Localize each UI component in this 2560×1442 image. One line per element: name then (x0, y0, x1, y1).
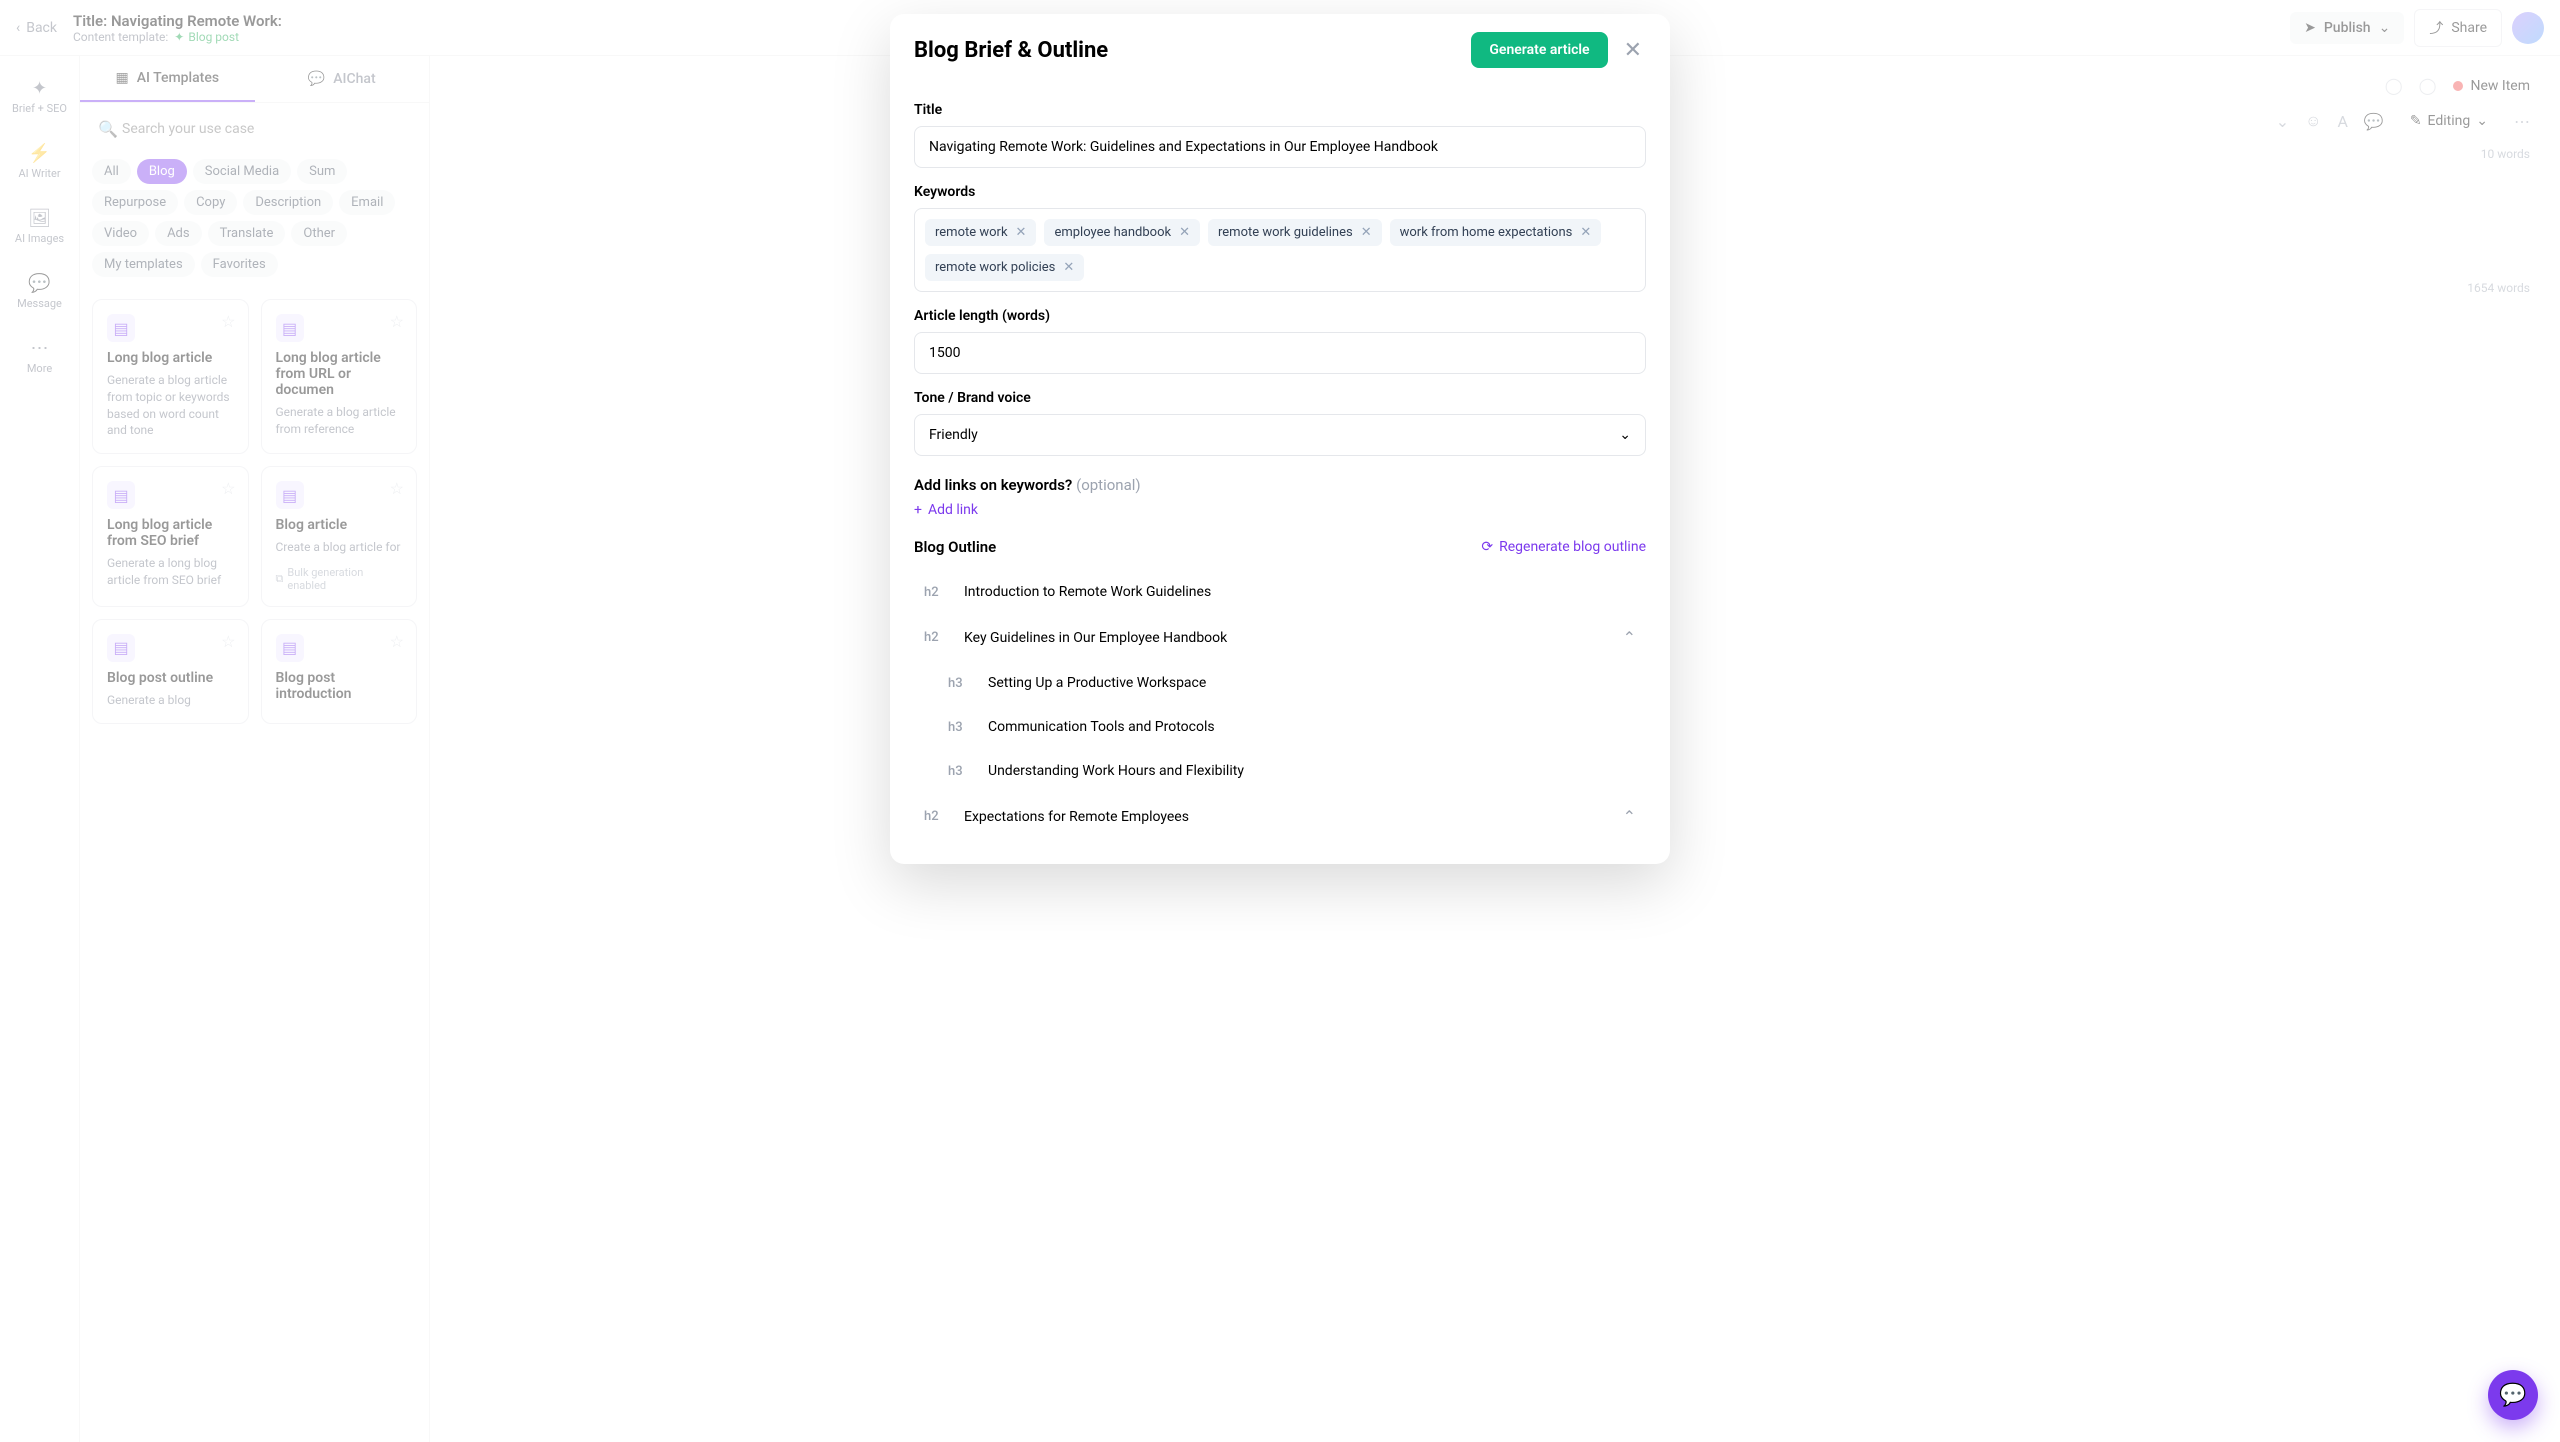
plus-icon: + (914, 502, 922, 518)
keyword-chip: remote work guidelines ✕ (1208, 219, 1382, 246)
modal-overlay: Blog Brief & Outline Generate article ✕ … (0, 0, 2560, 1442)
outline-text: Expectations for Remote Employees (964, 809, 1607, 825)
keywords-box[interactable]: remote work✕employee handbook✕remote wor… (914, 208, 1646, 292)
title-input[interactable] (914, 126, 1646, 168)
outline-item[interactable]: h2 Key Guidelines in Our Employee Handboo… (914, 614, 1646, 661)
outline-item[interactable]: h3 Understanding Work Hours and Flexibili… (914, 749, 1646, 793)
keyword-text: remote work policies (935, 260, 1055, 275)
length-label: Article length (words) (914, 308, 1646, 324)
modal-title: Blog Brief & Outline (914, 38, 1459, 63)
keyword-text: employee handbook (1054, 225, 1171, 240)
heading-level: h3 (948, 764, 972, 779)
remove-keyword-icon[interactable]: ✕ (1361, 225, 1372, 240)
add-link-label: Add link (928, 502, 978, 518)
keyword-text: remote work guidelines (1218, 225, 1353, 240)
blog-brief-modal: Blog Brief & Outline Generate article ✕ … (890, 14, 1670, 864)
regenerate-outline-button[interactable]: ⟳ Regenerate blog outline (1481, 539, 1646, 555)
title-label: Title (914, 102, 1646, 118)
chevron-up-icon[interactable]: ⌃ (1623, 807, 1636, 826)
remove-keyword-icon[interactable]: ✕ (1179, 225, 1190, 240)
remove-keyword-icon[interactable]: ✕ (1580, 225, 1591, 240)
heading-level: h3 (948, 720, 972, 735)
outline-text: Understanding Work Hours and Flexibility (988, 763, 1636, 779)
keyword-chip: work from home expectations ✕ (1390, 219, 1602, 246)
outline-text: Communication Tools and Protocols (988, 719, 1636, 735)
outline-item[interactable]: h3 Setting Up a Productive Workspace (914, 661, 1646, 705)
keyword-text: remote work (935, 225, 1008, 240)
links-optional: (optional) (1076, 476, 1141, 494)
refresh-icon: ⟳ (1481, 539, 1493, 555)
chat-fab[interactable]: 💬 (2488, 1370, 2538, 1420)
keyword-text: work from home expectations (1400, 225, 1573, 240)
outline-title: Blog Outline (914, 538, 996, 556)
links-label: Add links on keywords? (914, 476, 1072, 494)
outline-item[interactable]: h2 Expectations for Remote Employees ⌃ (914, 793, 1646, 840)
heading-level: h3 (948, 676, 972, 691)
chevron-down-icon: ⌄ (1619, 427, 1631, 443)
tone-label: Tone / Brand voice (914, 390, 1646, 406)
outline-item[interactable]: h2 Introduction to Remote Work Guidelines (914, 570, 1646, 614)
remove-keyword-icon[interactable]: ✕ (1016, 225, 1027, 240)
outline-text: Introduction to Remote Work Guidelines (964, 584, 1636, 600)
generate-article-button[interactable]: Generate article (1471, 32, 1607, 68)
outline-text: Key Guidelines in Our Employee Handbook (964, 630, 1607, 646)
keyword-chip: remote work policies ✕ (925, 254, 1084, 281)
heading-level: h2 (924, 630, 948, 645)
tone-value: Friendly (929, 427, 978, 443)
outline-text: Setting Up a Productive Workspace (988, 675, 1636, 691)
keyword-chip: employee handbook ✕ (1044, 219, 1200, 246)
keywords-label: Keywords (914, 184, 1646, 200)
keyword-chip: remote work ✕ (925, 219, 1036, 246)
chat-bubble-icon: 💬 (2499, 1383, 2526, 1408)
regenerate-label: Regenerate blog outline (1499, 539, 1646, 555)
outline-item[interactable]: h3 Communication Tools and Protocols (914, 705, 1646, 749)
length-input[interactable] (914, 332, 1646, 374)
heading-level: h2 (924, 809, 948, 824)
close-icon[interactable]: ✕ (1620, 34, 1646, 67)
heading-level: h2 (924, 585, 948, 600)
chevron-up-icon[interactable]: ⌃ (1623, 628, 1636, 647)
tone-select[interactable]: Friendly ⌄ (914, 414, 1646, 456)
remove-keyword-icon[interactable]: ✕ (1063, 260, 1074, 275)
add-link-button[interactable]: + Add link (914, 502, 1646, 518)
